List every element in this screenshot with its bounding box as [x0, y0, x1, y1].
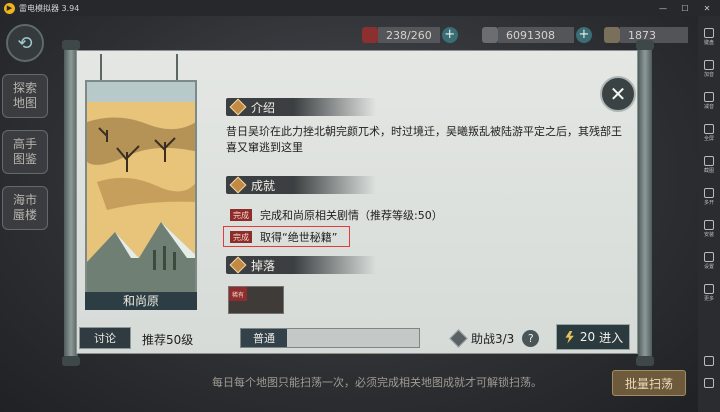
volume-down-icon: [704, 92, 714, 102]
map-name: 和尚原: [85, 292, 197, 310]
achievement-heading: 成就: [226, 176, 376, 194]
assist-text: 助战3/3: [471, 332, 515, 346]
more-icon: [704, 284, 714, 294]
toolbar-item-volume-up[interactable]: 加音: [698, 60, 720, 78]
nav-sea-mirage[interactable]: 海市 蜃楼: [2, 186, 48, 230]
gold-icon: [604, 27, 620, 43]
intro-text: 昔日吴玠在此力挫北朝完颜兀术，时过境迁，吴曦叛乱被陆游平定之后，其残部王喜又窜逃…: [226, 125, 622, 154]
toolbar-item-volume-down[interactable]: 减音: [698, 92, 720, 110]
minimize-icon[interactable]: —: [658, 3, 668, 13]
map-terrain-art: [87, 117, 195, 292]
drop-item-slot[interactable]: 稀有: [228, 286, 284, 314]
emulator-title: 雷电模拟器 3.94: [19, 3, 80, 13]
assist-counter: 助战3/3 ?: [449, 329, 540, 348]
sweep-tip: 每日每个地图只能扫荡一次，必须完成相关地图成就才可解锁扫荡。: [212, 376, 542, 389]
stamina-counter: 238/260 +: [362, 25, 458, 45]
difficulty-selector[interactable]: 普通: [240, 328, 420, 348]
volume-up-icon: [704, 60, 714, 70]
silver-icon: [482, 27, 498, 43]
close-panel-button[interactable]: ✕: [600, 76, 636, 112]
maximize-icon[interactable]: ☐: [680, 3, 690, 13]
intro-heading-text: 介绍: [251, 100, 276, 115]
keyboard-icon: [704, 28, 714, 38]
emulator-logo-icon: ▶: [4, 2, 15, 14]
highlight-box: [223, 226, 350, 247]
emulator-titlebar: ▶ 雷电模拟器 3.94 — ☐ ✕: [0, 0, 720, 16]
add-stamina-button[interactable]: +: [441, 27, 458, 43]
toolbar-item-fullscreen[interactable]: 全屏: [698, 124, 720, 142]
toolbar-back[interactable]: [698, 356, 720, 366]
rarity-tag: 稀有: [229, 287, 247, 301]
drop-heading-text: 掉落: [251, 258, 276, 273]
add-silver-button[interactable]: +: [576, 27, 592, 43]
help-icon[interactable]: ?: [522, 330, 540, 347]
discuss-button[interactable]: 讨论: [79, 327, 131, 349]
silver-value: 6091308: [498, 27, 574, 43]
map-illustration: [85, 80, 197, 294]
intro-heading: 介绍: [226, 98, 376, 116]
enter-cost: 20: [579, 330, 596, 344]
drop-heading: 掉落: [226, 256, 376, 274]
achievement-row: 完成 完成和尚原相关剧情（推荐等级:50）: [230, 207, 443, 223]
toolbar-item-multi[interactable]: 多开: [698, 188, 720, 206]
close-icon[interactable]: ✕: [702, 3, 712, 13]
multi-window-icon: [704, 188, 714, 198]
stamina-value: 238/260: [378, 27, 440, 43]
achievement-text: 完成和尚原相关剧情（推荐等级:50）: [260, 209, 443, 222]
enter-button[interactable]: 20 进入: [556, 324, 630, 350]
toolbar-item-more[interactable]: 更多: [698, 284, 720, 302]
difficulty-label: 普通: [241, 329, 287, 347]
stamina-icon: [362, 27, 378, 43]
fullscreen-icon: [704, 124, 714, 134]
gold-value: 1873: [620, 27, 688, 43]
toolbar-home[interactable]: [698, 378, 720, 388]
energy-bolt-icon: [565, 330, 574, 344]
scroll-rod-right: [636, 40, 654, 366]
nav-explore-map[interactable]: 探索 地图: [2, 74, 48, 118]
toolbar-item-keyboard[interactable]: 键盘: [698, 28, 720, 46]
nav-master-guide[interactable]: 高手 图鉴: [2, 130, 48, 174]
toolbar-item-install[interactable]: 安装: [698, 220, 720, 238]
achievement-complete-badge: 完成: [230, 209, 252, 221]
silver-counter: 6091308 +: [482, 25, 592, 45]
toolbar-item-screenshot[interactable]: 截图: [698, 156, 720, 174]
toolbar-item-settings[interactable]: 设置: [698, 252, 720, 270]
emulator-toolbar: 键盘 加音 减音 全屏 截图 多开 安装 设置 更多: [698, 16, 720, 412]
achievement-heading-text: 成就: [251, 178, 276, 193]
recommended-level: 推荐50级: [142, 333, 194, 347]
batch-sweep-button[interactable]: 批量扫荡: [612, 370, 686, 396]
back-button[interactable]: ⟲: [6, 24, 44, 62]
assist-diamond-icon: [449, 329, 468, 348]
back-arrow-icon: [704, 356, 714, 366]
scissors-icon: [704, 156, 714, 166]
gear-icon: [704, 252, 714, 262]
install-icon: [704, 220, 714, 230]
home-icon: [704, 378, 714, 388]
enter-label: 进入: [599, 330, 624, 345]
